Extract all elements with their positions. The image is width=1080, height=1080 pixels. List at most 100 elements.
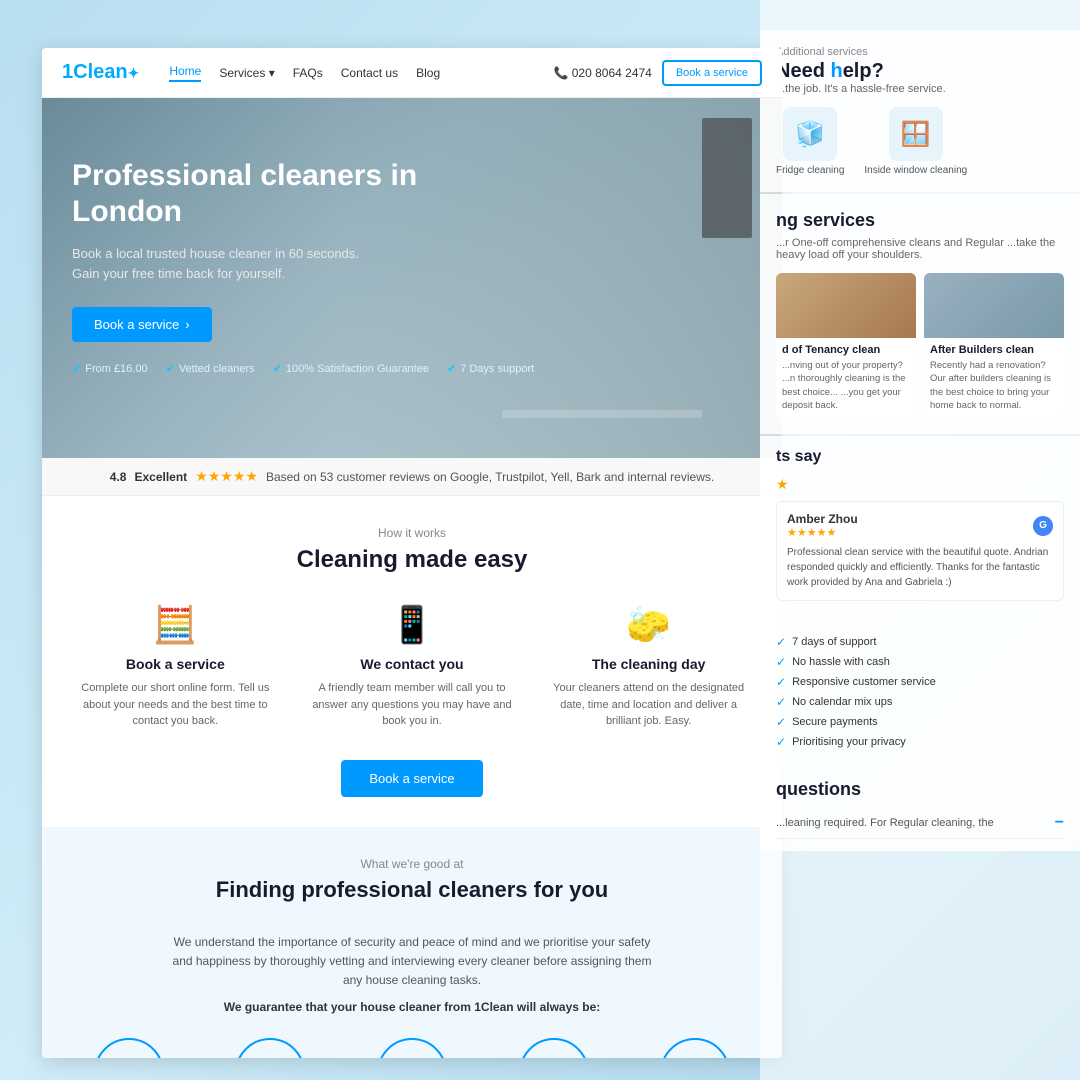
check-icon-1: ✓ bbox=[776, 635, 786, 649]
checklist-calendar: ✓ No calendar mix ups bbox=[776, 695, 1064, 709]
rating-score: 4.8 bbox=[110, 470, 127, 484]
hero-badge-vetted: Vetted cleaners bbox=[166, 362, 255, 375]
how-book-button[interactable]: Book a service bbox=[341, 760, 482, 797]
rp-help-question: Need help? bbox=[776, 60, 1064, 83]
finding-section: What we're good at Finding professional … bbox=[42, 827, 782, 1059]
window-icon: 🪟 bbox=[889, 107, 943, 161]
hero-badges: From £16.00 Vetted cleaners 100% Satisfa… bbox=[72, 362, 752, 375]
finding-desc: We understand the importance of security… bbox=[162, 933, 662, 991]
step-contact-title: We contact you bbox=[312, 656, 512, 672]
check-icon-6: ✓ bbox=[776, 735, 786, 749]
nav-home[interactable]: Home bbox=[169, 64, 201, 82]
step-book-desc: Complete our short online form. Tell us … bbox=[75, 680, 275, 730]
finding-subtitle: What we're good at bbox=[62, 857, 762, 871]
hero-title: Professional cleaners in London bbox=[72, 158, 452, 230]
logo-text: 1Clean bbox=[62, 61, 128, 83]
nav-book-button[interactable]: Book a service bbox=[662, 60, 762, 86]
rp-additional-services: Additional services Need help? ...the jo… bbox=[760, 30, 1080, 192]
nav-blog[interactable]: Blog bbox=[416, 66, 440, 80]
arrow-icon: › bbox=[185, 317, 189, 332]
check-icon-5: ✓ bbox=[776, 715, 786, 729]
checklist-label-5: Secure payments bbox=[792, 716, 878, 728]
how-it-works-section: How it works Cleaning made easy 🧮 Book a… bbox=[42, 496, 782, 827]
rating-text: Based on 53 customer reviews on Google, … bbox=[266, 470, 714, 484]
builders-card[interactable]: After Builders clean Recently had a reno… bbox=[924, 273, 1064, 418]
review-text: Professional clean service with the beau… bbox=[787, 545, 1053, 590]
step-cleaning-title: The cleaning day bbox=[549, 656, 749, 672]
finding-title: Finding professional cleaners for you bbox=[62, 877, 762, 903]
rp-additional-label: Additional services bbox=[776, 46, 1064, 58]
fridge-label: Fridge cleaning bbox=[776, 165, 844, 176]
main-website-panel: 1Clean✦ Home Services ▾ FAQs Contact us … bbox=[42, 48, 782, 1058]
builders-card-desc: Recently had a renovation? Our after bui… bbox=[930, 359, 1058, 412]
rp-checklist: ✓ 7 days of support ✓ No hassle with cas… bbox=[760, 623, 1080, 767]
faq-item[interactable]: ...leaning required. For Regular cleanin… bbox=[776, 808, 1064, 839]
interviewed-icon: 👤 bbox=[519, 1038, 589, 1058]
nav-contact[interactable]: Contact us bbox=[341, 66, 398, 80]
rp-cleaning-title: ng services bbox=[776, 210, 1064, 231]
how-subtitle: How it works bbox=[62, 526, 762, 540]
faq-title: questions bbox=[776, 779, 1064, 800]
checklist-cash: ✓ No hassle with cash bbox=[776, 655, 1064, 669]
checklist-label-3: Responsive customer service bbox=[792, 676, 936, 688]
check-icon-3: ✓ bbox=[776, 675, 786, 689]
rp-help-desc: ...the job. It's a hassle-free service. bbox=[776, 83, 1064, 95]
how-title: Cleaning made easy bbox=[62, 546, 762, 574]
feature-vetted: 📋 Thoroughly vetted bbox=[357, 1038, 467, 1058]
hero-content: Professional cleaners in London Book a l… bbox=[42, 98, 782, 395]
tenancy-card-image bbox=[776, 273, 916, 338]
hero-section: Professional cleaners in London Book a l… bbox=[42, 98, 782, 458]
rp-reviews: ts say ★ Amber Zhou ★★★★★ G Professional… bbox=[760, 436, 1080, 623]
rating-bar: 4.8 Excellent ★★★★★ Based on 53 customer… bbox=[42, 458, 782, 496]
reviewer-stars: ★★★★★ bbox=[787, 526, 858, 539]
review-card: Amber Zhou ★★★★★ G Professional clean se… bbox=[776, 501, 1064, 601]
hero-badge-price: From £16.00 bbox=[72, 362, 148, 375]
rp-window-item: 🪟 Inside window cleaning bbox=[864, 107, 967, 176]
builders-card-title: After Builders clean bbox=[930, 344, 1058, 356]
step-contact-icon: 📱 bbox=[312, 604, 512, 646]
checklist-label-2: No hassle with cash bbox=[792, 656, 890, 668]
nav-faqs[interactable]: FAQs bbox=[293, 66, 323, 80]
hero-subtitle: Book a local trusted house cleaner in 60… bbox=[72, 244, 752, 283]
brand-logo[interactable]: 1Clean✦ bbox=[62, 61, 139, 84]
feature-happy: ⭐ Happy to help bbox=[640, 1038, 750, 1058]
nav-links: Home Services ▾ FAQs Contact us Blog bbox=[169, 64, 553, 82]
google-logo: G bbox=[1033, 516, 1053, 536]
checklist-privacy: ✓ Prioritising your privacy bbox=[776, 735, 1064, 749]
checklist-label-1: 7 days of support bbox=[792, 636, 876, 648]
step-contact: 📱 We contact you A friendly team member … bbox=[312, 604, 512, 730]
hero-book-button[interactable]: Book a service › bbox=[72, 307, 212, 342]
nav-phone: 📞 020 8064 2474 bbox=[553, 66, 651, 80]
tenancy-card[interactable]: d of Tenancy clean ...nving out of your … bbox=[776, 273, 916, 418]
cleaning-cards: d of Tenancy clean ...nving out of your … bbox=[776, 273, 1064, 418]
hero-cta-text: Book a service bbox=[94, 317, 179, 332]
rp-service-icons: 🧊 Fridge cleaning 🪟 Inside window cleani… bbox=[776, 107, 1064, 176]
review-header: Amber Zhou ★★★★★ G bbox=[787, 512, 1053, 539]
step-cleaning-desc: Your cleaners attend on the designated d… bbox=[549, 680, 749, 730]
steps-row: 🧮 Book a service Complete our short onli… bbox=[62, 604, 762, 730]
faq-collapse-icon[interactable]: − bbox=[1055, 814, 1064, 832]
tenancy-card-title: d of Tenancy clean bbox=[782, 344, 910, 356]
checklist-label-6: Prioritising your privacy bbox=[792, 736, 906, 748]
reviewer-info: Amber Zhou ★★★★★ bbox=[787, 512, 858, 539]
right-panel: Additional services Need help? ...the jo… bbox=[760, 0, 1080, 1080]
review-meta: ★ bbox=[776, 476, 1064, 493]
nav-services[interactable]: Services ▾ bbox=[219, 66, 274, 80]
rp-faq: questions ...leaning required. For Regul… bbox=[760, 767, 1080, 851]
feature-english: 💬 English speaking bbox=[215, 1038, 325, 1058]
rating-stars: ★★★★★ bbox=[195, 468, 258, 485]
hero-badge-guarantee: 100% Satisfaction Guarantee bbox=[273, 362, 429, 375]
checklist-support: ✓ 7 days of support bbox=[776, 635, 1064, 649]
fridge-icon: 🧊 bbox=[783, 107, 837, 161]
checklist-responsive: ✓ Responsive customer service bbox=[776, 675, 1064, 689]
review-star: ★ bbox=[776, 476, 789, 493]
rp-cleaning-desc: ...r One-off comprehensive cleans and Re… bbox=[776, 237, 1064, 261]
happy-icon: ⭐ bbox=[660, 1038, 730, 1058]
step-contact-desc: A friendly team member will call you to … bbox=[312, 680, 512, 730]
checklist-payments: ✓ Secure payments bbox=[776, 715, 1064, 729]
step-cleaning-icon: 🧽 bbox=[549, 604, 749, 646]
feature-experienced: 💎 Experienced & Professional bbox=[74, 1038, 184, 1058]
builders-card-info: After Builders clean Recently had a reno… bbox=[924, 338, 1064, 418]
reviewer-name: Amber Zhou bbox=[787, 512, 858, 526]
tenancy-card-desc: ...nving out of your property? ...n thor… bbox=[782, 359, 910, 412]
